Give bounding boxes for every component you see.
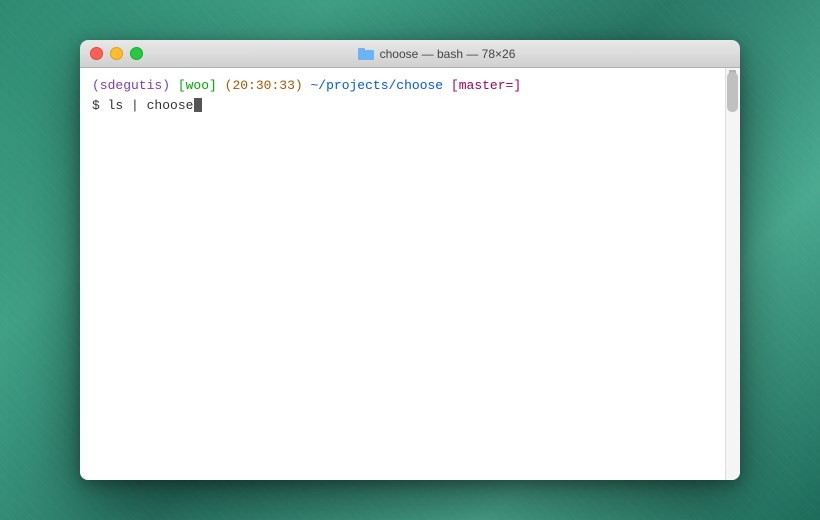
traffic-lights <box>90 47 143 60</box>
title-bar: choose — bash — 78×26 <box>80 40 740 68</box>
terminal-window: choose — bash — 78×26 (sdegutis) [woo] (… <box>80 40 740 480</box>
command-line: $ ls | choose <box>92 96 720 116</box>
minimize-button[interactable] <box>110 47 123 60</box>
space2 <box>217 78 225 93</box>
venv: [woo] <box>178 78 217 93</box>
window-title: choose — bash — 78×26 <box>380 47 516 61</box>
scrollbar-thumb[interactable] <box>727 72 738 112</box>
time: (20:30:33) <box>225 78 303 93</box>
space4 <box>443 78 451 93</box>
scrollbar[interactable] <box>725 68 740 480</box>
prompt-line: (sdegutis) [woo] (20:30:33) ~/projects/c… <box>92 76 720 96</box>
terminal-body[interactable]: (sdegutis) [woo] (20:30:33) ~/projects/c… <box>80 68 740 480</box>
path: ~/projects/choose <box>310 78 443 93</box>
title-bar-center: choose — bash — 78×26 <box>143 47 730 61</box>
dollar-prompt: $ <box>92 96 100 116</box>
close-button[interactable] <box>90 47 103 60</box>
username: (sdegutis) <box>92 78 170 93</box>
maximize-button[interactable] <box>130 47 143 60</box>
branch: [master=] <box>451 78 521 93</box>
space1 <box>170 78 178 93</box>
cursor <box>194 98 202 112</box>
folder-icon <box>358 48 374 60</box>
command-text: ls | choose <box>100 96 194 116</box>
